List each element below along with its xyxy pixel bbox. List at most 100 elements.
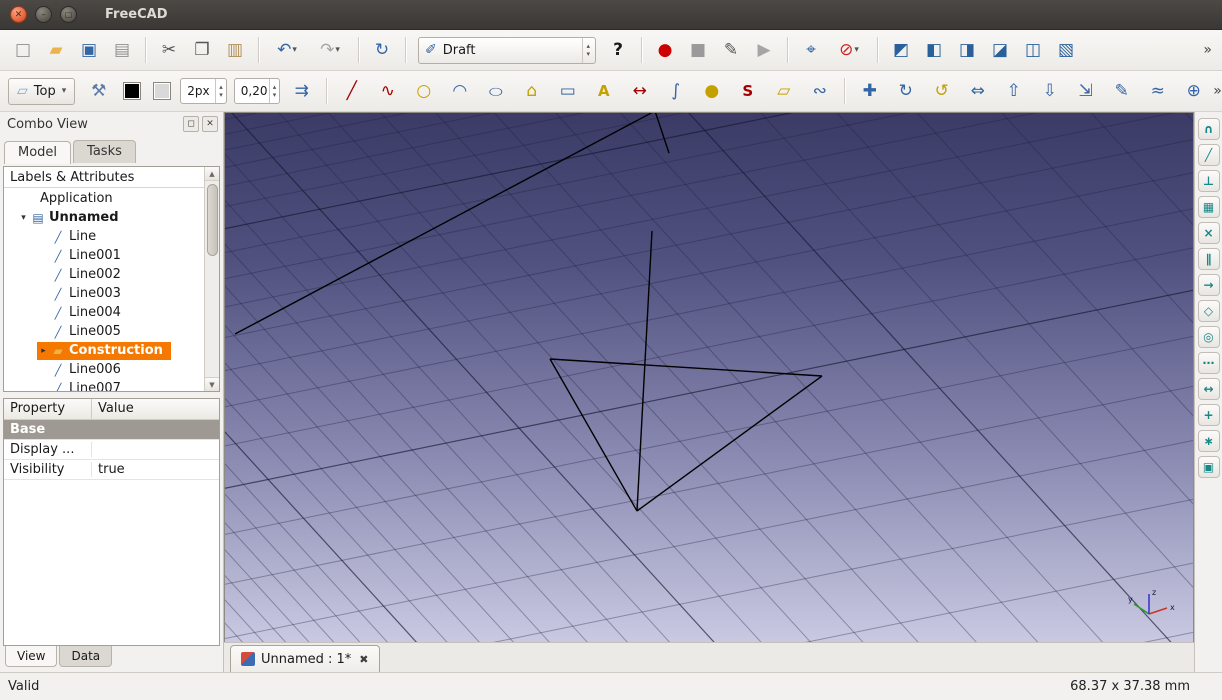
- working-plane-selector[interactable]: ▱ Top: [8, 77, 76, 105]
- draft-bspline[interactable]: ∫: [659, 76, 692, 106]
- snap-lock[interactable]: ∩: [1197, 118, 1220, 140]
- paste[interactable]: ▥: [220, 35, 250, 65]
- 3d-viewport[interactable]: x y z: [224, 112, 1194, 642]
- property-row[interactable]: Display ...: [4, 440, 219, 460]
- scroll-down-icon[interactable]: [205, 377, 219, 391]
- open-file[interactable]: ▰: [41, 35, 71, 65]
- draft-shapestring[interactable]: S: [731, 76, 764, 106]
- snap-parallel[interactable]: ∥: [1197, 248, 1220, 270]
- document-tab[interactable]: Unnamed : 1*: [230, 645, 380, 672]
- draft-edit[interactable]: ✎: [1105, 76, 1138, 106]
- tree-expander-icon[interactable]: ▸: [37, 346, 50, 356]
- copy[interactable]: ❐: [187, 35, 217, 65]
- toggle-grid[interactable]: ▣: [1197, 456, 1220, 478]
- save-file[interactable]: ▣: [74, 35, 104, 65]
- draft-bezier[interactable]: ∾: [803, 76, 836, 106]
- draft-downgrade[interactable]: ⇩: [1033, 76, 1066, 106]
- view-rear[interactable]: ◫: [1018, 35, 1048, 65]
- draft-line[interactable]: ╱: [335, 76, 368, 106]
- spin-arrows[interactable]: [215, 79, 226, 103]
- toolbar-overflow[interactable]: »: [1203, 42, 1214, 58]
- draft-arc[interactable]: ◠: [443, 76, 476, 106]
- draft-rotate[interactable]: ↻: [889, 76, 922, 106]
- tree-item[interactable]: Line: [4, 227, 204, 246]
- draft-circle[interactable]: ○: [407, 76, 440, 106]
- text-size-spinner[interactable]: 0,20: [233, 78, 281, 104]
- tree-item[interactable]: Line003: [4, 284, 204, 303]
- tree-item[interactable]: Line001: [4, 246, 204, 265]
- redo[interactable]: ↷: [310, 35, 350, 65]
- combo-spin-arrows[interactable]: [582, 37, 593, 63]
- draft-move[interactable]: ✚: [853, 76, 886, 106]
- snap-near[interactable]: ◇: [1197, 300, 1220, 322]
- panel-undock-icon[interactable]: [183, 116, 199, 132]
- tree-item[interactable]: Line005: [4, 322, 204, 341]
- view-right[interactable]: ◪: [985, 35, 1015, 65]
- snap-working-plane[interactable]: +: [1197, 404, 1220, 426]
- tree-scrollbar[interactable]: [204, 167, 219, 391]
- view-axonometric[interactable]: ◩: [886, 35, 916, 65]
- draft-wire-to-bspline[interactable]: ≈: [1141, 76, 1174, 106]
- line-width-spinner[interactable]: 2px: [180, 78, 227, 104]
- window-close-button[interactable]: [10, 6, 27, 23]
- draw-style[interactable]: ⊘: [829, 35, 869, 65]
- draft-dimension[interactable]: ↔: [623, 76, 656, 106]
- chevron-down-icon[interactable]: [292, 45, 297, 55]
- tree-item[interactable]: Line006: [4, 360, 204, 379]
- undo[interactable]: ↶: [267, 35, 307, 65]
- snap-dimensions[interactable]: ↔: [1197, 378, 1220, 400]
- spin-arrows[interactable]: [268, 79, 280, 103]
- tab-tasks[interactable]: Tasks: [73, 140, 136, 163]
- view-front[interactable]: ◧: [919, 35, 949, 65]
- tab-view[interactable]: View: [5, 646, 58, 667]
- close-tab-icon[interactable]: [359, 653, 368, 666]
- snap-intersection[interactable]: ×: [1197, 222, 1220, 244]
- chevron-down-icon[interactable]: [335, 45, 340, 55]
- window-maximize-button[interactable]: [60, 6, 77, 23]
- construction-mode[interactable]: ⚒: [82, 76, 115, 106]
- macro-stop[interactable]: ■: [683, 35, 713, 65]
- draft-upgrade[interactable]: ⇧: [997, 76, 1030, 106]
- draft-scale[interactable]: ⇲: [1069, 76, 1102, 106]
- snap-center[interactable]: ◎: [1197, 326, 1220, 348]
- draft-trimex[interactable]: ⇔: [961, 76, 994, 106]
- property-row[interactable]: Visibility true: [4, 460, 219, 480]
- new-file[interactable]: □: [8, 35, 38, 65]
- draft-overflow[interactable]: »: [1213, 83, 1222, 99]
- tree-item[interactable]: Line004: [4, 303, 204, 322]
- snap-perpendicular[interactable]: ⊥: [1197, 170, 1220, 192]
- tab-data[interactable]: Data: [59, 646, 113, 667]
- tree-item[interactable]: ▾ Unnamed: [4, 208, 204, 227]
- cut[interactable]: ✂: [154, 35, 184, 65]
- line-color-swatch[interactable]: [118, 78, 145, 105]
- draft-polygon[interactable]: ⌂: [515, 76, 548, 106]
- draft-text[interactable]: A: [587, 76, 620, 106]
- workbench-selector[interactable]: ✐ Draft: [418, 36, 596, 64]
- snap-endpoint[interactable]: ╱: [1197, 144, 1220, 166]
- draft-offset[interactable]: ↺: [925, 76, 958, 106]
- snap-grid[interactable]: ▦: [1197, 196, 1220, 218]
- property-row[interactable]: Base: [4, 420, 219, 440]
- tree-item[interactable]: Line002: [4, 265, 204, 284]
- zoom-fit[interactable]: ⌖: [796, 35, 826, 65]
- snap-extension[interactable]: →: [1197, 274, 1220, 296]
- panel-close-icon[interactable]: [202, 116, 218, 132]
- macro-play[interactable]: ▶: [749, 35, 779, 65]
- draft-rectangle[interactable]: ▭: [551, 76, 584, 106]
- draft-point[interactable]: ●: [695, 76, 728, 106]
- macro-edit[interactable]: ✎: [716, 35, 746, 65]
- scroll-up-icon[interactable]: [205, 167, 219, 181]
- tab-model[interactable]: Model: [4, 141, 72, 164]
- view-top[interactable]: ◨: [952, 35, 982, 65]
- draft-facebinder[interactable]: ▱: [767, 76, 800, 106]
- apply-style[interactable]: ⇉: [285, 76, 318, 106]
- macro-record[interactable]: ●: [650, 35, 680, 65]
- draft-ellipse[interactable]: ○: [479, 76, 512, 106]
- snap-angle[interactable]: ∗: [1197, 430, 1220, 452]
- whats-this[interactable]: ?: [603, 35, 633, 65]
- print[interactable]: ▤: [107, 35, 137, 65]
- chevron-down-icon[interactable]: [854, 45, 859, 55]
- tree-item[interactable]: ▸ Construction: [4, 341, 204, 360]
- draft-add-point[interactable]: ⊕: [1177, 76, 1210, 106]
- view-bottom[interactable]: ▧: [1051, 35, 1081, 65]
